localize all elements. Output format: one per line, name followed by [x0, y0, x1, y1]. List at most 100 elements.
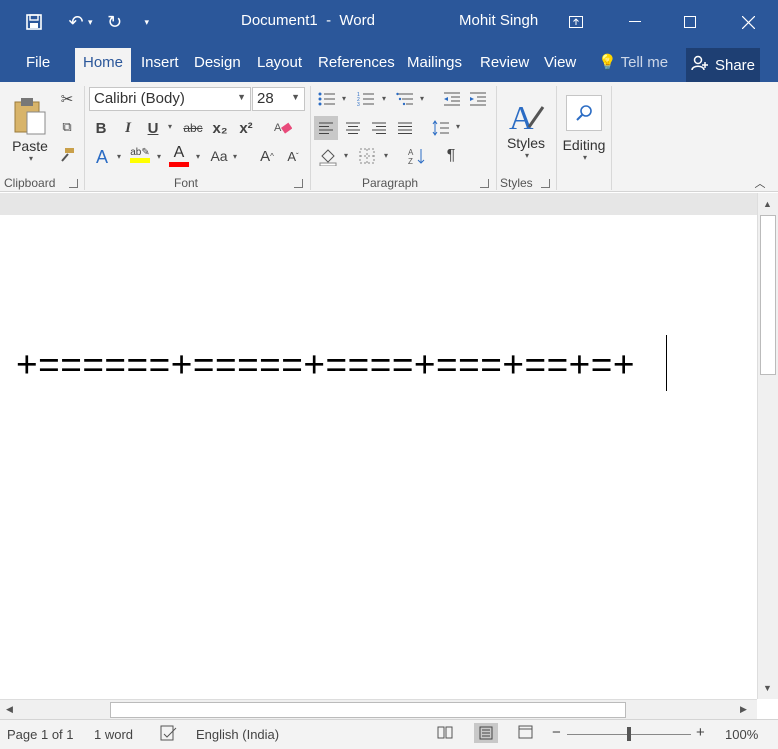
- line-spacing-icon[interactable]: [430, 116, 452, 140]
- maximize-icon[interactable]: [676, 8, 704, 36]
- zoom-slider-thumb[interactable]: [627, 727, 631, 741]
- language-indicator[interactable]: English (India): [196, 727, 279, 742]
- tab-design[interactable]: Design: [186, 48, 249, 82]
- clear-formatting-icon[interactable]: A: [272, 117, 294, 139]
- document-area[interactable]: [0, 215, 757, 699]
- increase-indent-icon[interactable]: [467, 89, 489, 109]
- format-painter-icon[interactable]: [56, 144, 78, 166]
- paste-button[interactable]: Paste ▾: [8, 88, 52, 170]
- tab-mailings[interactable]: Mailings: [399, 48, 470, 82]
- align-center-icon[interactable]: [341, 116, 365, 140]
- tab-review[interactable]: Review: [472, 48, 537, 82]
- ribbon-display-options-icon[interactable]: [562, 8, 590, 36]
- italic-button[interactable]: I: [119, 117, 137, 139]
- line-spacing-dropdown-icon[interactable]: ▾: [456, 122, 460, 131]
- font-family-combo[interactable]: Calibri (Body) ▼: [89, 87, 251, 111]
- vertical-scrollbar[interactable]: ▲ ▼: [757, 193, 778, 699]
- align-left-icon[interactable]: [314, 116, 338, 140]
- shading-dropdown-icon[interactable]: ▾: [344, 151, 348, 160]
- tell-me-search[interactable]: 💡 Tell me: [590, 48, 676, 82]
- tab-home[interactable]: Home: [75, 48, 132, 82]
- multilevel-list-icon[interactable]: [394, 89, 416, 109]
- font-size-value: 28: [257, 90, 274, 107]
- tab-file[interactable]: File: [18, 48, 58, 82]
- bullets-icon[interactable]: [316, 89, 338, 109]
- borders-dropdown-icon[interactable]: ▾: [384, 151, 388, 160]
- text-effects-icon[interactable]: A: [92, 145, 112, 169]
- text-effects-dropdown-icon[interactable]: ▾: [117, 152, 121, 161]
- show-formatting-marks-icon[interactable]: ¶: [440, 144, 462, 168]
- document-text[interactable]: +======+=====+====+===+==+=+: [16, 344, 635, 386]
- shading-icon[interactable]: [316, 144, 340, 168]
- print-layout-icon[interactable]: [474, 723, 498, 743]
- align-right-icon[interactable]: [367, 116, 391, 140]
- copy-icon[interactable]: ⧉: [56, 116, 78, 138]
- change-case-button[interactable]: Aa: [207, 145, 231, 167]
- customize-qat-icon[interactable]: ▾: [145, 17, 150, 28]
- vertical-scroll-thumb[interactable]: [760, 215, 776, 375]
- font-launcher-icon[interactable]: [294, 179, 303, 188]
- undo-icon[interactable]: ↶: [64, 10, 88, 34]
- group-divider: [496, 86, 497, 190]
- editing-button[interactable]: Editing ▾: [558, 86, 610, 170]
- chevron-down-icon: ▼: [237, 92, 246, 102]
- tab-insert[interactable]: Insert: [133, 48, 187, 82]
- minimize-icon[interactable]: [621, 8, 649, 36]
- proofing-icon[interactable]: [160, 725, 178, 744]
- underline-button[interactable]: U: [144, 117, 162, 139]
- decrease-indent-icon[interactable]: [441, 89, 463, 109]
- font-color-button[interactable]: A: [168, 142, 190, 168]
- styles-launcher-icon[interactable]: [541, 179, 550, 188]
- tab-references[interactable]: References: [310, 48, 403, 82]
- read-mode-icon[interactable]: [437, 725, 453, 742]
- font-family-value: Calibri (Body): [94, 90, 185, 107]
- styles-button[interactable]: A Styles ▾: [500, 86, 552, 170]
- web-layout-icon[interactable]: [518, 725, 534, 742]
- strikethrough-button[interactable]: abc: [180, 117, 206, 139]
- sort-icon[interactable]: AZ: [405, 144, 429, 168]
- grow-font-button[interactable]: A ^: [258, 145, 276, 167]
- multilevel-dropdown-icon[interactable]: ▾: [420, 94, 424, 103]
- close-icon[interactable]: [734, 8, 762, 36]
- horizontal-scrollbar[interactable]: ◀ ▶: [0, 699, 757, 719]
- scroll-right-icon[interactable]: ▶: [740, 704, 747, 715]
- shrink-font-label: A: [287, 148, 296, 164]
- group-divider: [556, 86, 557, 190]
- numbering-dropdown-icon[interactable]: ▾: [382, 94, 386, 103]
- justify-icon[interactable]: [393, 116, 417, 140]
- highlight-color-button[interactable]: ab✎: [128, 142, 152, 168]
- save-icon[interactable]: [22, 10, 46, 34]
- page-count[interactable]: Page 1 of 1: [7, 727, 74, 742]
- scroll-up-icon[interactable]: ▲: [763, 199, 772, 209]
- subscript-button[interactable]: x₂: [209, 117, 231, 139]
- zoom-level[interactable]: 100%: [725, 727, 758, 742]
- collapse-ribbon-icon[interactable]: ︿: [752, 176, 768, 190]
- change-case-dropdown-icon[interactable]: ▾: [233, 152, 237, 161]
- underline-dropdown-icon[interactable]: ▾: [168, 122, 172, 131]
- superscript-button[interactable]: x²: [235, 117, 257, 139]
- undo-dropdown-icon[interactable]: ▾: [88, 17, 93, 28]
- highlight-dropdown-icon[interactable]: ▾: [157, 152, 161, 161]
- redo-icon[interactable]: ↻: [103, 10, 127, 34]
- tab-layout[interactable]: Layout: [249, 48, 310, 82]
- zoom-in-icon[interactable]: +: [696, 724, 705, 741]
- shrink-font-button[interactable]: Aˇ: [284, 145, 302, 167]
- tab-view[interactable]: View: [536, 48, 584, 82]
- numbering-icon[interactable]: 123: [355, 89, 377, 109]
- cut-icon[interactable]: ✂: [56, 88, 78, 110]
- scroll-left-icon[interactable]: ◀: [6, 704, 13, 715]
- bullets-dropdown-icon[interactable]: ▾: [342, 94, 346, 103]
- user-name[interactable]: Mohit Singh: [459, 12, 538, 29]
- find-magnifier-icon: [566, 94, 602, 131]
- word-count[interactable]: 1 word: [94, 727, 133, 742]
- horizontal-scroll-thumb[interactable]: [110, 702, 626, 718]
- font-color-dropdown-icon[interactable]: ▾: [196, 152, 200, 161]
- font-size-combo[interactable]: 28 ▼: [252, 87, 305, 111]
- share-button[interactable]: Share: [686, 48, 760, 82]
- zoom-out-icon[interactable]: −: [552, 724, 561, 741]
- clipboard-launcher-icon[interactable]: [69, 179, 78, 188]
- bold-button[interactable]: B: [92, 117, 110, 139]
- paragraph-launcher-icon[interactable]: [480, 179, 489, 188]
- scroll-down-icon[interactable]: ▼: [763, 683, 772, 693]
- borders-icon[interactable]: [355, 144, 379, 168]
